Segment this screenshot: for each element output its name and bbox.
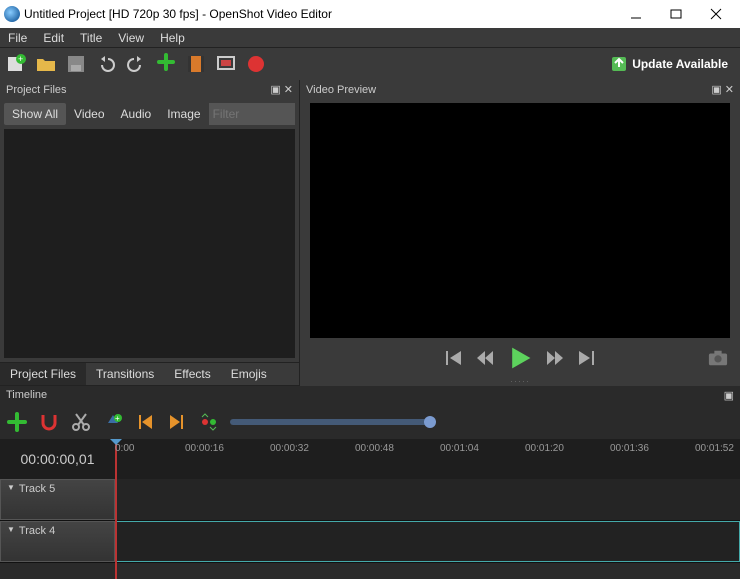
snapping-button[interactable]	[38, 411, 60, 433]
track-header[interactable]: ▼ Track 4	[0, 521, 115, 562]
project-files-title: Project Files	[6, 84, 67, 96]
next-marker-button[interactable]	[166, 411, 188, 433]
chevron-down-icon: ▼	[7, 483, 15, 492]
add-track-button[interactable]	[6, 411, 28, 433]
filter-image[interactable]: Image	[159, 103, 208, 125]
ruler-tick: 00:00:48	[355, 443, 394, 454]
panel-undock-icon[interactable]: ▣	[711, 83, 721, 96]
fullscreen-button[interactable]	[214, 52, 238, 76]
rewind-button[interactable]	[475, 348, 495, 371]
undo-button[interactable]	[94, 52, 118, 76]
main-toolbar: + Update Available	[0, 48, 740, 80]
panel-undock-icon[interactable]: ▣	[724, 390, 734, 402]
add-marker-button[interactable]: +	[102, 411, 124, 433]
zoom-slider[interactable]	[230, 419, 430, 425]
video-preview-title: Video Preview	[306, 84, 376, 96]
panel-close-icon[interactable]: ✕	[284, 83, 293, 96]
track-header[interactable]: ▼ Track 5	[0, 479, 115, 520]
maximize-button[interactable]	[656, 0, 696, 28]
jump-start-button[interactable]	[443, 348, 463, 371]
window-titlebar: Untitled Project [HD 720p 30 fps] - Open…	[0, 0, 740, 28]
minimize-button[interactable]	[616, 0, 656, 28]
update-label: Update Available	[632, 57, 728, 71]
track-row: ▼ Track 5	[0, 479, 740, 521]
track-lane[interactable]	[115, 479, 740, 520]
timeline-title: Timeline	[6, 389, 47, 402]
menu-edit[interactable]: Edit	[35, 29, 72, 47]
play-button[interactable]	[507, 345, 533, 374]
zoom-thumb[interactable]	[424, 416, 436, 428]
playback-controls	[300, 342, 740, 376]
ruler-tick: 00:01:20	[525, 443, 564, 454]
playhead-line	[115, 479, 117, 563]
panel-resize-handle[interactable]: ·····	[300, 376, 740, 386]
snapshot-button[interactable]	[708, 348, 728, 371]
ruler-tick: 00:01:36	[610, 443, 649, 454]
menu-view[interactable]: View	[110, 29, 152, 47]
menu-file[interactable]: File	[0, 29, 35, 47]
chevron-down-icon: ▼	[7, 525, 15, 534]
ruler-tick: 00:01:04	[440, 443, 479, 454]
update-icon	[610, 55, 628, 73]
panel-undock-icon[interactable]: ▣	[270, 83, 280, 96]
export-video-button[interactable]	[244, 52, 268, 76]
ruler-tick: 00:01:52	[695, 443, 734, 454]
ruler-tick: 0:00	[115, 443, 134, 454]
center-playhead-button[interactable]	[198, 411, 220, 433]
new-project-button[interactable]: +	[4, 52, 28, 76]
import-files-button[interactable]	[154, 52, 178, 76]
tab-effects[interactable]: Effects	[164, 363, 220, 385]
panel-close-icon[interactable]: ✕	[725, 83, 734, 96]
menu-title[interactable]: Title	[72, 29, 110, 47]
app-icon	[4, 6, 20, 22]
redo-button[interactable]	[124, 52, 148, 76]
current-timecode: 00:00:00,01	[0, 439, 115, 479]
tab-project-files[interactable]: Project Files	[0, 363, 86, 385]
menubar: File Edit Title View Help	[0, 28, 740, 48]
filter-video[interactable]: Video	[66, 103, 112, 125]
track-name: Track 4	[19, 525, 55, 537]
timeline-tracks: ▼ Track 5 ▼ Track 4	[0, 479, 740, 563]
timeline-toolbar: +	[0, 405, 740, 439]
open-project-button[interactable]	[34, 52, 58, 76]
timeline-header: Timeline ▣	[0, 386, 740, 405]
ruler-tick: 00:00:16	[185, 443, 224, 454]
track-name: Track 5	[19, 483, 55, 495]
razor-button[interactable]	[70, 411, 92, 433]
filter-show-all[interactable]: Show All	[4, 103, 66, 125]
timeline-ruler-area: 00:00:00,01 0:00 00:00:16 00:00:32 00:00…	[0, 439, 740, 479]
update-available-button[interactable]: Update Available	[610, 55, 736, 73]
project-files-header: Project Files ▣ ✕	[0, 80, 299, 99]
video-preview-header: Video Preview ▣ ✕	[300, 80, 740, 99]
video-preview-screen[interactable]	[310, 103, 730, 338]
ruler-tick: 00:00:32	[270, 443, 309, 454]
filter-audio[interactable]: Audio	[113, 103, 160, 125]
timeline-ruler[interactable]: 0:00 00:00:16 00:00:32 00:00:48 00:01:04…	[115, 439, 740, 479]
project-files-area[interactable]	[4, 129, 295, 358]
fast-forward-button[interactable]	[545, 348, 565, 371]
svg-text:+: +	[115, 414, 120, 423]
window-title: Untitled Project [HD 720p 30 fps] - Open…	[24, 7, 332, 21]
previous-marker-button[interactable]	[134, 411, 156, 433]
close-button[interactable]	[696, 0, 736, 28]
filter-input[interactable]	[209, 103, 295, 125]
track-lane[interactable]	[115, 521, 740, 562]
menu-help[interactable]: Help	[152, 29, 193, 47]
choose-profile-button[interactable]	[184, 52, 208, 76]
save-project-button[interactable]	[64, 52, 88, 76]
jump-end-button[interactable]	[577, 348, 597, 371]
tab-emojis[interactable]: Emojis	[221, 363, 277, 385]
svg-text:+: +	[18, 54, 23, 64]
tab-transitions[interactable]: Transitions	[86, 363, 164, 385]
